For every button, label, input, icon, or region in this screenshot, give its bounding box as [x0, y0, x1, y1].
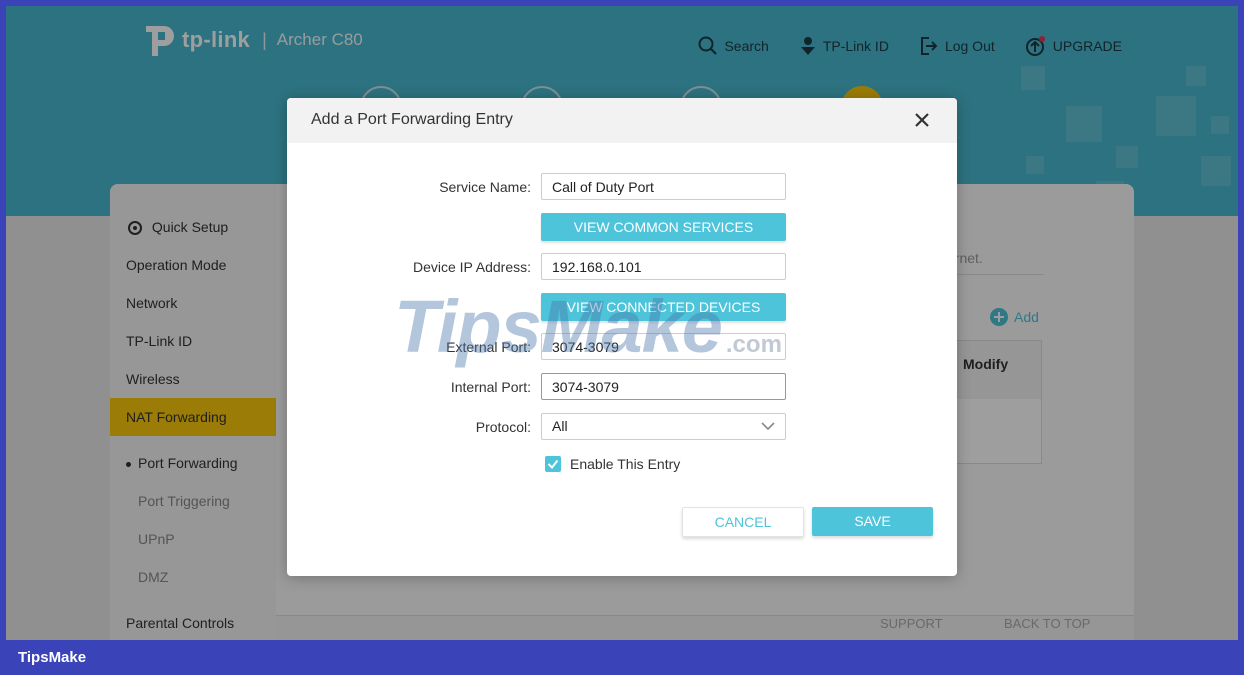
dialog-title: Add a Port Forwarding Entry	[311, 111, 513, 128]
tipsmake-brand-bar: TipsMake	[0, 640, 1244, 675]
protocol-label: Protocol:	[475, 419, 531, 435]
checkmark-icon	[547, 459, 559, 470]
close-icon	[915, 113, 929, 127]
service-name-input[interactable]	[541, 173, 786, 200]
browser-viewport: tp-link | Archer C80 Search TP-Link ID L…	[6, 6, 1238, 640]
save-button[interactable]: SAVE	[812, 507, 933, 536]
tipsmake-watermark: TipsMake .com	[394, 285, 782, 368]
internal-port-input[interactable]	[541, 373, 786, 400]
device-ip-label: Device IP Address:	[412, 259, 531, 275]
service-name-label: Service Name:	[439, 179, 531, 195]
close-button[interactable]	[911, 109, 933, 131]
chevron-down-icon	[761, 422, 775, 431]
device-ip-input[interactable]	[541, 253, 786, 280]
dialog-header: Add a Port Forwarding Entry	[287, 98, 957, 143]
enable-entry-checkbox[interactable]	[545, 456, 561, 472]
view-common-services-button[interactable]: VIEW COMMON SERVICES	[541, 213, 786, 241]
protocol-select[interactable]: All	[541, 413, 786, 440]
enable-entry-label[interactable]: Enable This Entry	[570, 456, 680, 472]
protocol-selected-value: All	[552, 418, 568, 434]
cancel-button[interactable]: CANCEL	[682, 507, 804, 537]
internal-port-label: Internal Port:	[450, 379, 531, 395]
